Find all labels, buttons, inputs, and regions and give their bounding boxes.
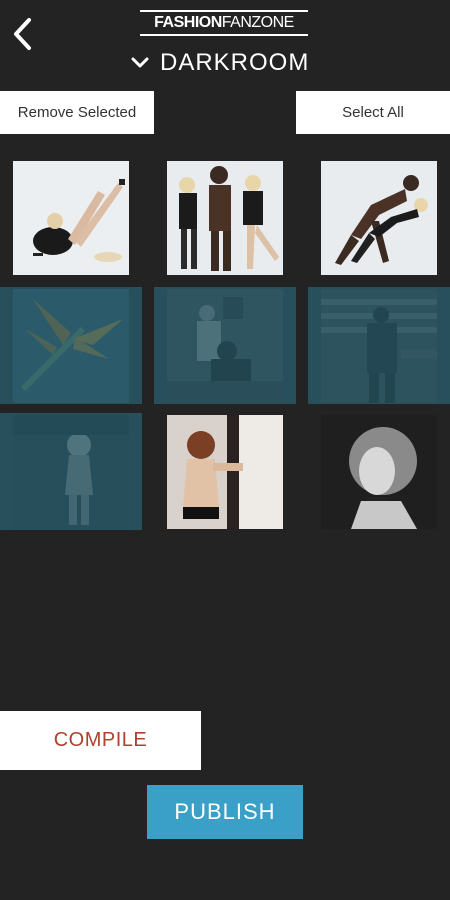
gallery-item[interactable] <box>0 287 142 404</box>
brand-logo: FASHIONFANZONE <box>140 10 308 40</box>
photo-thumbnail <box>167 160 283 275</box>
logo-bold-text: FASHION <box>154 14 222 31</box>
publish-button[interactable]: PUBLISH <box>147 785 303 839</box>
photo-thumbnail <box>13 160 129 275</box>
photo-thumbnail <box>321 160 437 275</box>
back-button[interactable] <box>4 14 40 54</box>
remove-selected-button[interactable]: Remove Selected <box>0 91 154 134</box>
chevron-left-icon <box>14 18 31 50</box>
select-all-button[interactable]: Select All <box>296 91 450 134</box>
chevron-down-icon <box>131 57 149 68</box>
photo-thumbnail <box>321 414 437 529</box>
gallery-item[interactable] <box>308 287 450 404</box>
gallery-item[interactable] <box>154 287 296 404</box>
photo-thumbnail <box>13 414 129 529</box>
compile-label: COMPILE <box>53 729 148 751</box>
gallery-item[interactable] <box>0 413 142 530</box>
gallery-item[interactable] <box>308 413 450 530</box>
logo-thin-text: FANZONE <box>221 14 295 31</box>
photo-thumbnail <box>321 288 437 403</box>
gallery-item[interactable] <box>154 159 296 276</box>
album-dropdown[interactable]: DARKROOM <box>130 46 309 80</box>
photo-thumbnail <box>13 288 129 403</box>
app-header: FASHIONFANZONE DARKROOM <box>0 0 450 88</box>
gallery-item[interactable] <box>308 159 450 276</box>
page-title: DARKROOM <box>160 49 310 76</box>
gallery-item[interactable] <box>0 159 142 276</box>
photo-thumbnail <box>167 288 283 403</box>
gallery-item[interactable] <box>154 413 296 530</box>
photo-thumbnail <box>167 414 283 529</box>
compile-button[interactable]: COMPILE <box>0 711 201 770</box>
